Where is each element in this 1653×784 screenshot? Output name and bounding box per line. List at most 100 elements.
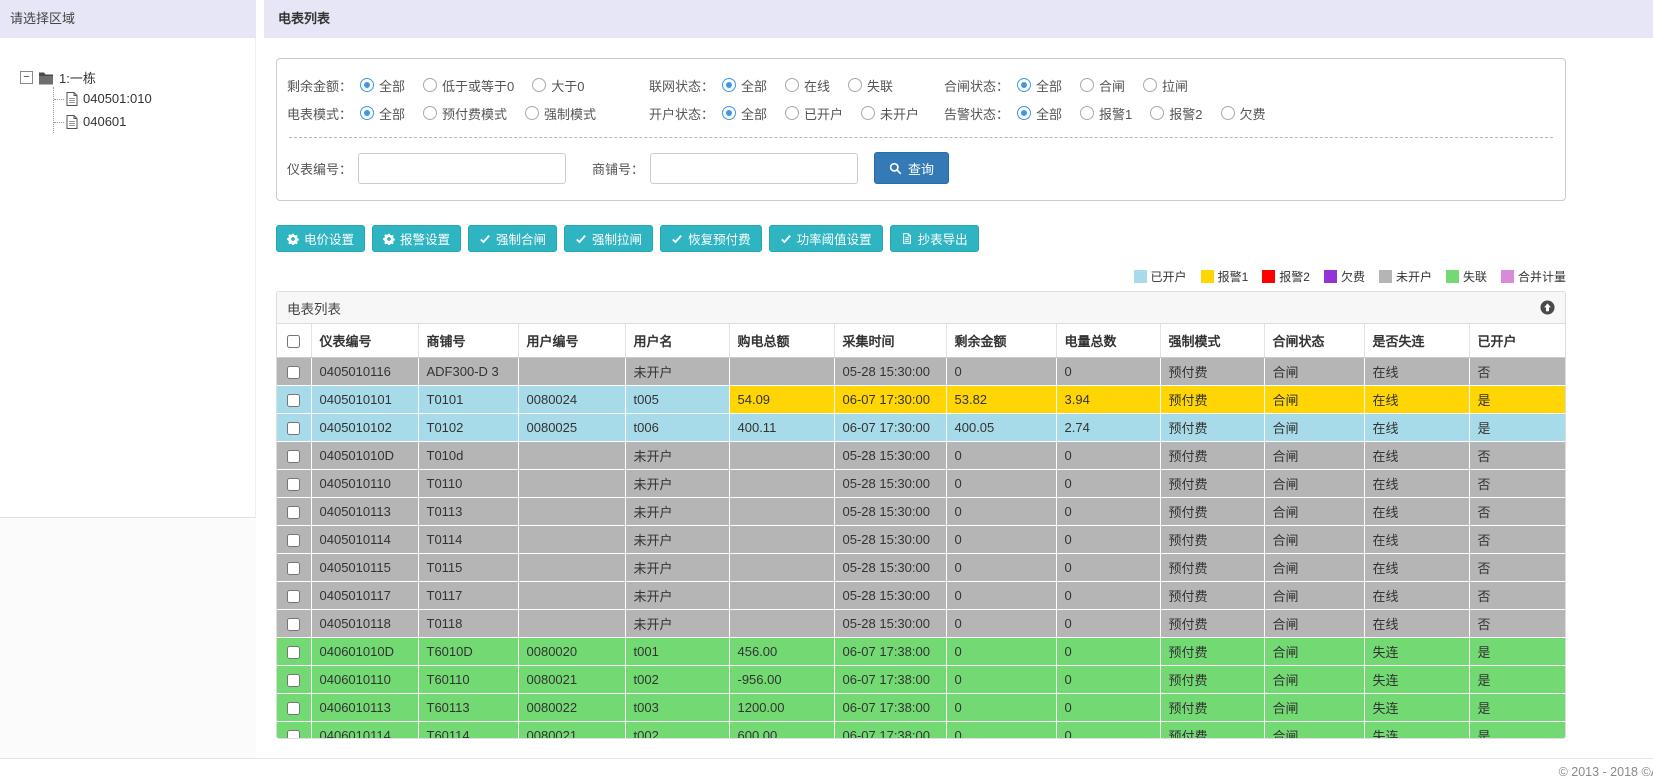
table-body: 0405010116 ADF300-D 3 未开户 05-28 15:30:00 0 0 预…	[277, 357, 1565, 738]
column-header-10: 是否失连	[1364, 324, 1470, 358]
radio-account-status-0[interactable]: 全部	[722, 104, 767, 123]
column-header-8: 强制模式	[1160, 324, 1265, 358]
restore-prepaid-button[interactable]: 恢复预付费	[660, 225, 762, 252]
radio-alarm-status-3[interactable]: 欠费	[1220, 104, 1266, 123]
row-checkbox[interactable]	[287, 394, 301, 408]
table-cell	[729, 581, 835, 610]
row-checkbox[interactable]	[287, 422, 301, 436]
row-checkbox[interactable]	[287, 506, 301, 520]
radio-label: 预付费模式	[442, 106, 508, 122]
table-cell: 否	[1469, 497, 1565, 526]
action-button-label: 功率阈值设置	[796, 233, 872, 247]
row-checkbox[interactable]	[287, 478, 301, 492]
meter-export-button[interactable]: 抄表导出	[889, 225, 979, 252]
table-cell: 预付费	[1160, 581, 1265, 610]
panel-divider	[256, 0, 264, 758]
row-checkbox[interactable]	[287, 618, 301, 632]
radio-alarm-status-2[interactable]: 报警2	[1150, 104, 1203, 123]
row-checkbox[interactable]	[287, 674, 301, 688]
table-cell: 0405010118	[311, 609, 419, 638]
radio-network-status-0[interactable]: 全部	[722, 76, 767, 95]
table-cell: 0	[946, 609, 1057, 638]
legend-item-alarm2: 报警2	[1262, 268, 1310, 285]
table-cell: 是	[1469, 385, 1565, 414]
table-cell: 3.94	[1056, 385, 1161, 414]
table-cell: 预付费	[1160, 413, 1265, 442]
table-cell: 否	[1469, 469, 1565, 498]
radio-network-status-2[interactable]: 失联	[848, 76, 893, 95]
alarm-setting-button[interactable]: 报警设置	[372, 225, 462, 252]
radio-remaining-amount-0[interactable]: 全部	[360, 76, 405, 95]
table-cell: 合闸	[1264, 385, 1365, 414]
table-row: 0405010117 T0117 未开户 05-28 15:30:00 0 0 预付费 合闸在…	[277, 581, 1565, 610]
row-checkbox[interactable]	[287, 702, 301, 716]
radio-network-status-1[interactable]: 在线	[785, 76, 830, 95]
table-cell: 400.11	[729, 413, 835, 442]
radio-gate-status-1[interactable]: 合闸	[1080, 76, 1125, 95]
meter-no-input[interactable]	[358, 152, 567, 184]
shop-no-input[interactable]	[650, 152, 859, 184]
table-cell	[729, 525, 835, 554]
filter-search-row: 仪表编号： 商铺号： 查询	[287, 152, 1555, 184]
radio-icon	[360, 78, 375, 92]
row-checkbox[interactable]	[287, 450, 301, 464]
radio-alarm-status-0[interactable]: 全部	[1017, 104, 1062, 123]
row-checkbox[interactable]	[287, 366, 301, 380]
radio-meter-mode-0[interactable]: 全部	[360, 104, 405, 123]
filter-group-alarm-status: 告警状态： 全部 报警1 报警2 欠费	[944, 104, 1284, 123]
tree-node-root[interactable]: 1:一栋	[20, 68, 255, 87]
search-button-label: 查询	[908, 161, 935, 177]
row-checkbox[interactable]	[287, 562, 301, 576]
copyright-text: © 2013 - 2018 ©A	[1558, 764, 1653, 779]
table-cell: 0	[1056, 581, 1161, 610]
table-cell: 合闸	[1264, 721, 1365, 738]
row-checkbox[interactable]	[287, 646, 301, 660]
action-button-label: 抄表导出	[917, 233, 968, 247]
meter-table: 仪表编号 商铺号 用户编号 用户名 购电总额 采集时间 剩余金额 电量总数 强制模式 合闸状态 是否…	[277, 324, 1565, 738]
table-cell: 0405010102	[311, 413, 419, 442]
table-cell: 预付费	[1160, 385, 1265, 414]
table-cell: 456.00	[729, 637, 835, 666]
radio-label: 已开户	[804, 106, 844, 122]
table-cell: 未开户	[625, 497, 730, 526]
radio-label: 全部	[741, 78, 768, 94]
tree-collapse-icon[interactable]	[20, 71, 33, 84]
table-cell	[729, 469, 835, 498]
table-cell: 05-28 15:30:00	[834, 357, 947, 386]
tree-node-child-0[interactable]: 040501:010	[54, 87, 255, 110]
radio-meter-mode-1[interactable]: 预付费模式	[423, 104, 507, 123]
power-threshold-button[interactable]: 功率阈值设置	[768, 225, 883, 252]
check-icon	[575, 233, 587, 245]
column-header-11: 已开户	[1469, 324, 1565, 358]
table-cell: 未开户	[625, 441, 730, 470]
radio-remaining-amount-1[interactable]: 低于或等于0	[423, 76, 514, 95]
table-cell: 合闸	[1264, 357, 1365, 386]
row-checkbox[interactable]	[287, 590, 301, 604]
collapse-panel-icon[interactable]	[1540, 300, 1555, 315]
tree-node-child-1[interactable]: 040601	[54, 110, 255, 133]
table-cell: T0110	[418, 469, 519, 498]
tree-child-label: 040601	[83, 114, 127, 129]
force-close-gate-button[interactable]: 强制合闸	[468, 225, 558, 252]
table-row: 040601010D T6010D 0080020 t001 456.00 06-07 1…	[277, 637, 1565, 666]
filter-separator	[289, 137, 1553, 138]
price-setting-button[interactable]: 电价设置	[276, 225, 366, 252]
radio-icon	[1150, 106, 1165, 120]
radio-gate-status-0[interactable]: 全部	[1017, 76, 1062, 95]
radio-alarm-status-1[interactable]: 报警1	[1080, 104, 1132, 123]
search-button[interactable]: 查询	[874, 152, 950, 184]
row-checkbox[interactable]	[287, 534, 301, 548]
tree-child-label: 040501:010	[83, 91, 152, 106]
radio-gate-status-2[interactable]: 拉闸	[1143, 76, 1188, 95]
column-header-1: 商铺号	[418, 324, 519, 358]
radio-meter-mode-2[interactable]: 强制模式	[525, 104, 596, 123]
status-legend: 已开户 报警1 报警2 欠费 未开户 失联 合并计量	[276, 268, 1566, 285]
select-all-checkbox[interactable]	[287, 335, 301, 349]
row-checkbox[interactable]	[287, 730, 301, 738]
radio-remaining-amount-2[interactable]: 大于0	[532, 76, 585, 95]
radio-account-status-1[interactable]: 已开户	[785, 104, 843, 123]
force-open-gate-button[interactable]: 强制拉闸	[564, 225, 654, 252]
radio-icon	[861, 106, 876, 120]
filter-row-0: 剩余金额： 全部 低于或等于0 大于0 联网状态： 全部 在线 失联 合闸状态： 全部 合闸 拉闸	[287, 71, 1555, 99]
radio-account-status-2[interactable]: 未开户	[861, 104, 919, 123]
